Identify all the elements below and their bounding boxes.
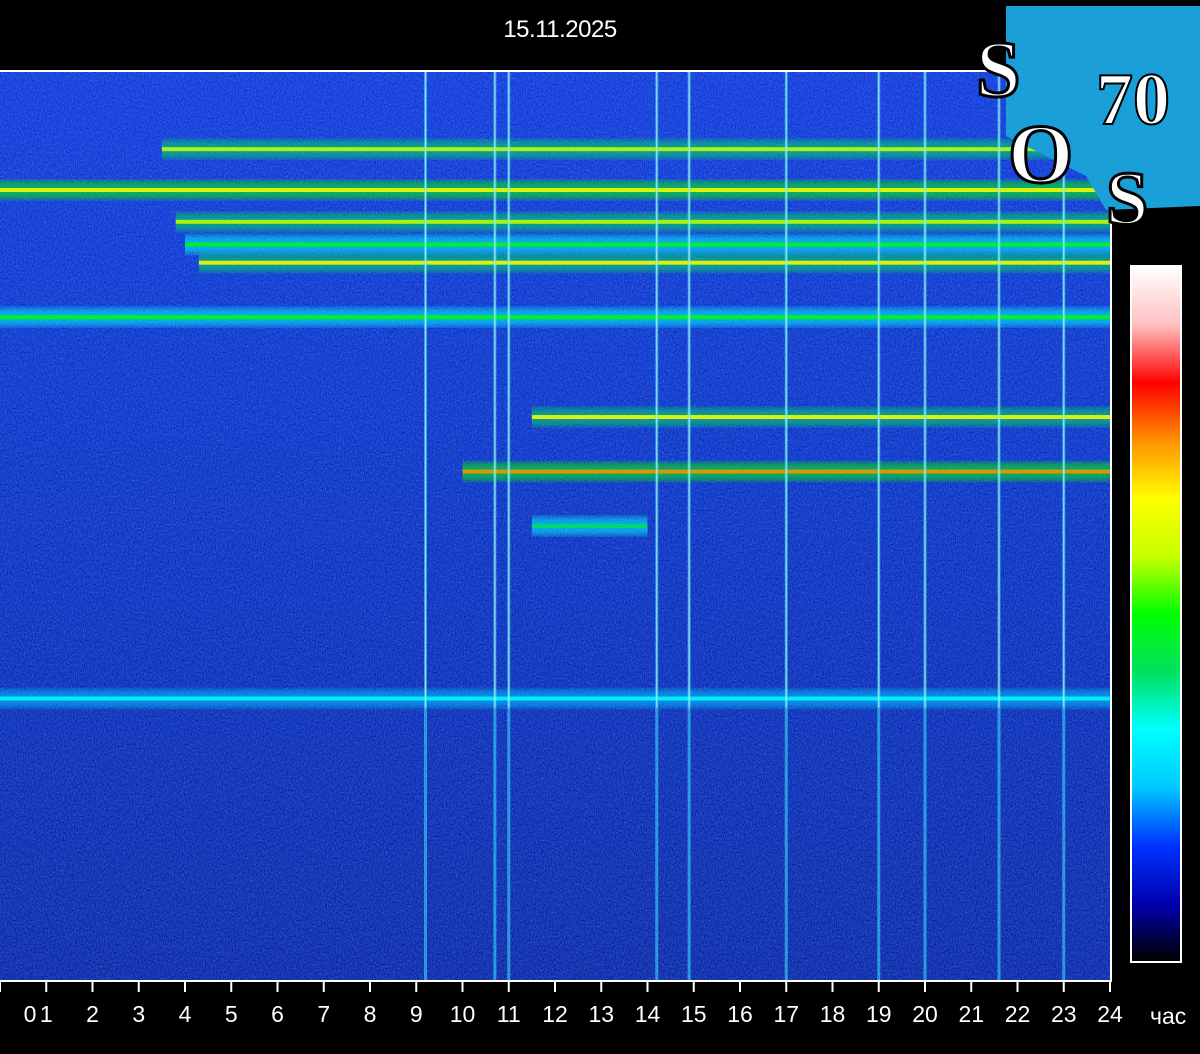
x-axis-unit-label: час [1150, 1003, 1187, 1029]
x-tick-label: 3 [132, 1001, 145, 1027]
x-tick-label: 19 [866, 1001, 892, 1027]
x-tick-label: 18 [820, 1001, 846, 1027]
x-tick-label: 17 [773, 1001, 799, 1027]
x-tick-label: 12 [542, 1001, 568, 1027]
logo-number: 70 [1096, 59, 1170, 141]
x-tick-label: 21 [958, 1001, 984, 1027]
x-tick-label: 23 [1051, 1001, 1077, 1027]
x-tick-label: 2 [86, 1001, 99, 1027]
x-tick-label: 4 [179, 1001, 192, 1027]
x-tick-label: 16 [727, 1001, 753, 1027]
x-tick-label: 0 [24, 1001, 37, 1027]
x-tick-label: 11 [497, 1001, 521, 1027]
x-tick-label: 5 [225, 1001, 238, 1027]
x-tick-label: 13 [588, 1001, 614, 1027]
x-tick-label: 14 [635, 1001, 661, 1027]
logo-letter-s2: S [1106, 157, 1148, 241]
plot-frame [0, 70, 1112, 982]
x-tick-label: 6 [271, 1001, 284, 1027]
sos70-logo: S 70 O S [975, 6, 1200, 243]
x-tick-label: 9 [410, 1001, 423, 1027]
x-tick-label: 1 [40, 1001, 53, 1027]
x-tick-label: 7 [317, 1001, 330, 1027]
x-tick-label: 15 [681, 1001, 707, 1027]
x-tick-label: 10 [450, 1001, 476, 1027]
x-tick-label: 24 [1097, 1001, 1123, 1027]
x-tick-label: 22 [1005, 1001, 1031, 1027]
x-axis: 0 1 2 3 4 5 6 7 8 9 10 11 12 13 14 15 16 17 18 19 20 21 22 23 24 [0, 980, 1123, 1027]
x-tick-label: 8 [364, 1001, 377, 1027]
x-tick-label: 20 [912, 1001, 938, 1027]
colorbar-legend [1130, 265, 1182, 963]
logo-letter-o: O [1008, 108, 1073, 201]
logo-letter-s1: S [976, 26, 1021, 114]
chart-date-title: 15.11.2025 [503, 16, 617, 43]
